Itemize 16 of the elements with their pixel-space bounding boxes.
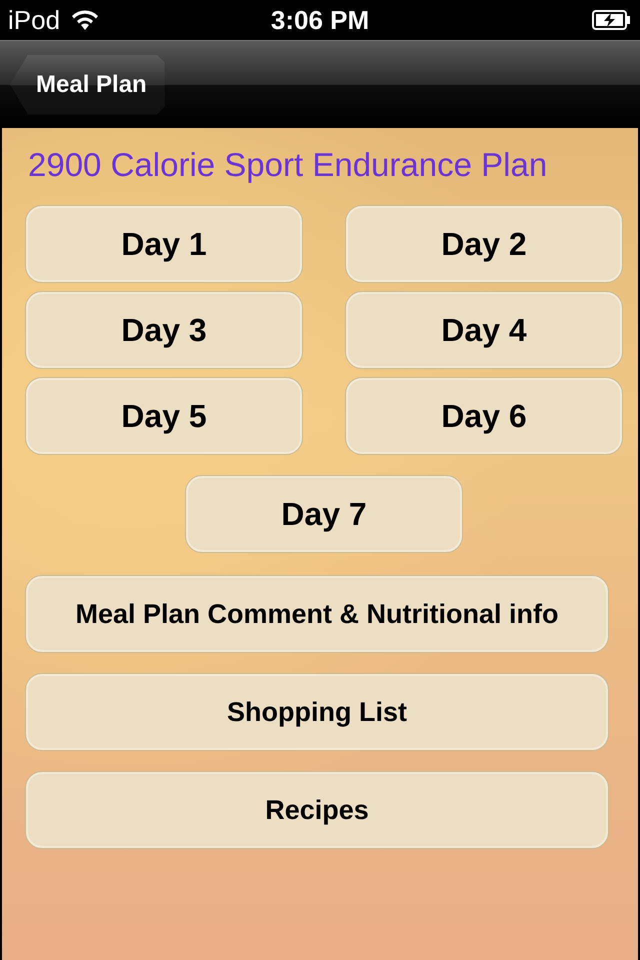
day-button[interactable]: Day 2 [346, 206, 622, 282]
back-button[interactable]: Meal Plan [10, 54, 165, 114]
wifi-icon [70, 9, 100, 31]
day-button[interactable]: Day 1 [26, 206, 302, 282]
carrier-name: iPod [8, 4, 60, 36]
status-time: 3:06 PM [270, 4, 370, 36]
day-button[interactable]: Day 7 [186, 476, 462, 552]
menu-button[interactable]: Recipes [26, 772, 608, 848]
day-button[interactable]: Day 5 [26, 378, 302, 454]
day-button[interactable]: Day 4 [346, 292, 622, 368]
day-button[interactable]: Day 3 [26, 292, 302, 368]
menu-button[interactable]: Meal Plan Comment & Nutritional info [26, 576, 608, 652]
battery-charging-icon [592, 9, 632, 31]
day-button[interactable]: Day 6 [346, 378, 622, 454]
plan-title: 2900 Calorie Sport Endurance Plan [28, 146, 548, 184]
menu-button[interactable]: Shopping List [26, 674, 608, 750]
